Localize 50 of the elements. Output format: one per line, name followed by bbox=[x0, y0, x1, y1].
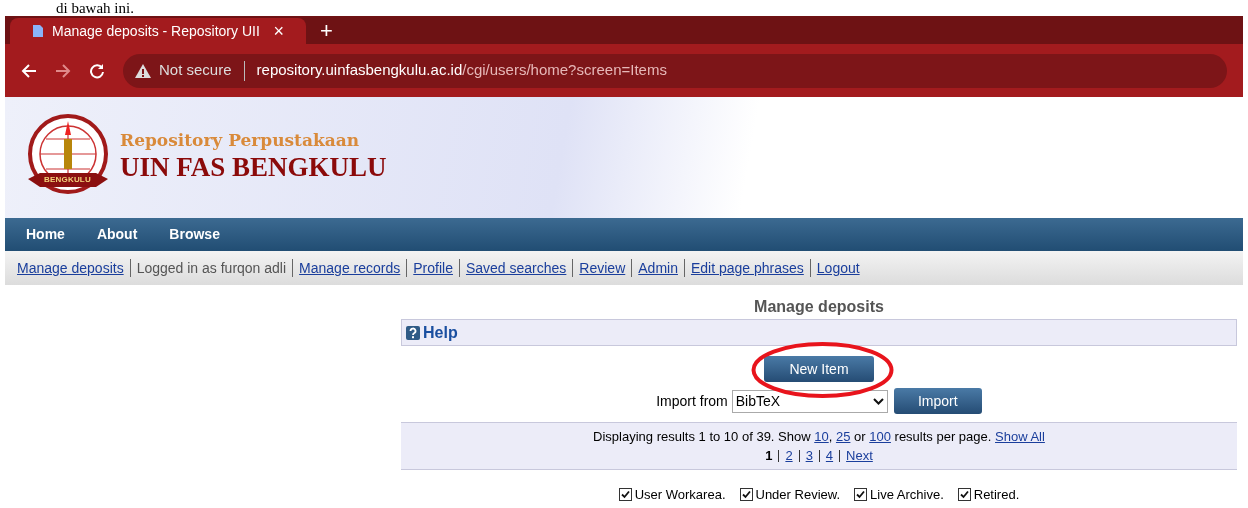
menu-link[interactable]: Manage records bbox=[299, 257, 401, 279]
filter-label: Under Review. bbox=[755, 486, 841, 504]
site-subtitle: Repository Perpustakaan bbox=[120, 130, 361, 152]
help-bar[interactable]: Help bbox=[401, 319, 1237, 346]
nav-link[interactable]: About bbox=[95, 224, 139, 245]
import-label: Import from bbox=[656, 391, 728, 411]
page-title: Manage deposits bbox=[753, 297, 885, 317]
tab-title: Manage deposits - Repository UII bbox=[52, 21, 260, 41]
document-caption: di bawah ini. bbox=[56, 0, 135, 16]
site-title: UIN FAS BENGKULU bbox=[120, 151, 387, 185]
login-status: Logged in as furqon adli bbox=[136, 258, 287, 278]
filter-label: Live Archive. bbox=[870, 486, 944, 504]
reload-icon[interactable] bbox=[89, 62, 105, 79]
checkbox[interactable] bbox=[739, 488, 753, 502]
forward-icon[interactable] bbox=[55, 62, 71, 79]
menu-link[interactable]: Edit page phrases bbox=[690, 257, 804, 279]
results-summary: Displaying results 1 to 10 of 39. Show 10, 25 or 100 results per page. Show All bbox=[593, 427, 1045, 446]
menu-link[interactable]: Admin bbox=[638, 257, 678, 279]
menu-link[interactable]: Profile bbox=[413, 257, 453, 279]
filter-label: User Workarea. bbox=[634, 486, 726, 504]
help-label: Help bbox=[423, 322, 458, 343]
menu-link[interactable]: Review bbox=[579, 257, 626, 279]
menu-link[interactable]: Manage deposits bbox=[17, 257, 124, 279]
url-text: repository.uinfasbengkulu.ac.id/cgi/users/home?screen=Items bbox=[256, 60, 667, 81]
page-link[interactable]: 4 bbox=[825, 446, 834, 466]
page-link[interactable]: 3 bbox=[805, 446, 813, 466]
new-tab-button[interactable]: + bbox=[320, 13, 333, 47]
close-icon[interactable]: × bbox=[273, 17, 284, 45]
checkbox[interactable] bbox=[618, 488, 632, 502]
security-label: Not secure bbox=[159, 60, 232, 81]
menu-link[interactable]: Logout bbox=[816, 257, 860, 279]
new-item-button[interactable]: New Item bbox=[764, 356, 874, 382]
browser-tab[interactable]: Manage deposits - Repository UII × bbox=[10, 18, 306, 44]
warning-icon bbox=[135, 63, 151, 78]
menu-link[interactable]: Saved searches bbox=[465, 257, 567, 279]
help-icon bbox=[406, 325, 420, 340]
checkbox[interactable] bbox=[957, 488, 971, 502]
page-link[interactable]: Next bbox=[846, 446, 873, 466]
address-bar[interactable]: Not secure repository.uinfasbengkulu.ac.id/cgi/users/home?screen=Items bbox=[123, 53, 1227, 88]
nav-link[interactable]: Browse bbox=[168, 224, 221, 245]
current-page: 1 bbox=[765, 447, 773, 465]
checkbox[interactable] bbox=[854, 488, 868, 502]
chevron-down-icon bbox=[872, 397, 884, 405]
nav-link[interactable]: Home bbox=[25, 224, 66, 245]
filter-label: Retired. bbox=[973, 486, 1020, 504]
back-icon[interactable] bbox=[21, 62, 37, 79]
import-button[interactable]: Import bbox=[893, 388, 982, 414]
document-icon bbox=[32, 24, 44, 38]
emblem-ribbon-text: BENGKULU bbox=[44, 173, 91, 186]
page-link[interactable]: 2 bbox=[785, 446, 793, 466]
